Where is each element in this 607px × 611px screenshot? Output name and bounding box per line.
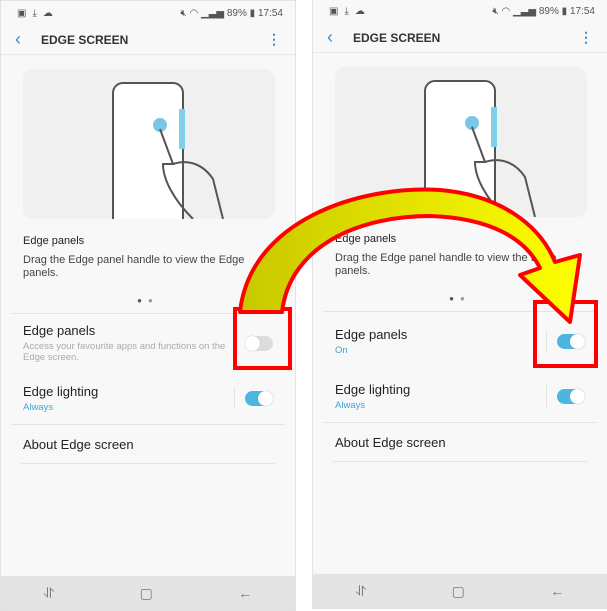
curved-arrow-annotation [238, 187, 582, 324]
